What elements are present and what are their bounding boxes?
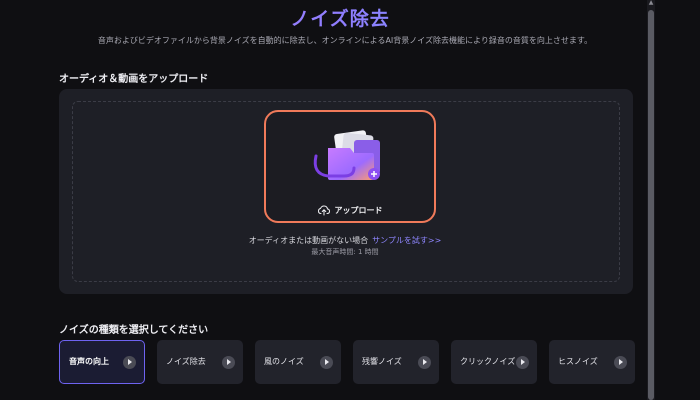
noise-type-label: ノイズ除去 [166, 357, 206, 366]
cloud-upload-icon [317, 205, 330, 216]
upload-box[interactable]: アップロード [264, 110, 436, 223]
noise-type-card-click[interactable]: クリックノイズ [451, 340, 537, 384]
noise-type-label: ヒスノイズ [558, 357, 598, 366]
noise-type-card-wind[interactable]: 風のノイズ [255, 340, 341, 384]
play-icon[interactable] [222, 355, 235, 369]
no-file-prompt: オーディオまたは動画がない場合 サンプルを試す>> [0, 235, 690, 246]
folder-illustration-icon [313, 130, 380, 180]
play-icon[interactable] [614, 355, 627, 369]
no-file-text: オーディオまたは動画がない場合 [248, 236, 369, 245]
play-icon[interactable] [320, 355, 333, 369]
play-icon[interactable] [418, 355, 431, 369]
noise-type-card-reverb[interactable]: 残響ノイズ [353, 340, 439, 384]
noise-type-card-hiss[interactable]: ヒスノイズ [549, 340, 635, 384]
sample-link[interactable]: サンプルを試す>> [372, 236, 441, 245]
page-subtitle: 音声およびビデオファイルから背景ノイズを自動的に除去し、オンラインによるAI背景… [97, 36, 593, 45]
upload-section-label: オーディオ＆動画をアップロード [59, 74, 209, 85]
noise-type-card-voice-enhance[interactable]: 音声の向上 [59, 340, 145, 384]
upload-button[interactable]: アップロード [266, 205, 434, 216]
noise-type-card-noise-removal[interactable]: ノイズ除去 [157, 340, 243, 384]
noise-type-label: 風のノイズ [264, 357, 304, 366]
max-duration-note: 最大音声時間: 1 時間 [311, 248, 379, 256]
noise-section-label: ノイズの種類を選択してください [59, 325, 209, 336]
page: ノイズ除去 音声およびビデオファイルから背景ノイズを自動的に除去し、オンラインに… [0, 0, 700, 400]
scroll-up-icon[interactable]: ▲ [648, 0, 654, 6]
upload-button-label: アップロード [334, 206, 383, 215]
page-title: ノイズ除去 [0, 4, 680, 31]
scrollbar-thumb[interactable] [648, 10, 654, 400]
play-icon[interactable] [516, 355, 529, 369]
noise-type-label: クリックノイズ [460, 357, 516, 366]
play-icon[interactable] [123, 355, 136, 369]
noise-type-label: 音声の向上 [69, 357, 109, 366]
noise-type-label: 残響ノイズ [362, 357, 402, 366]
